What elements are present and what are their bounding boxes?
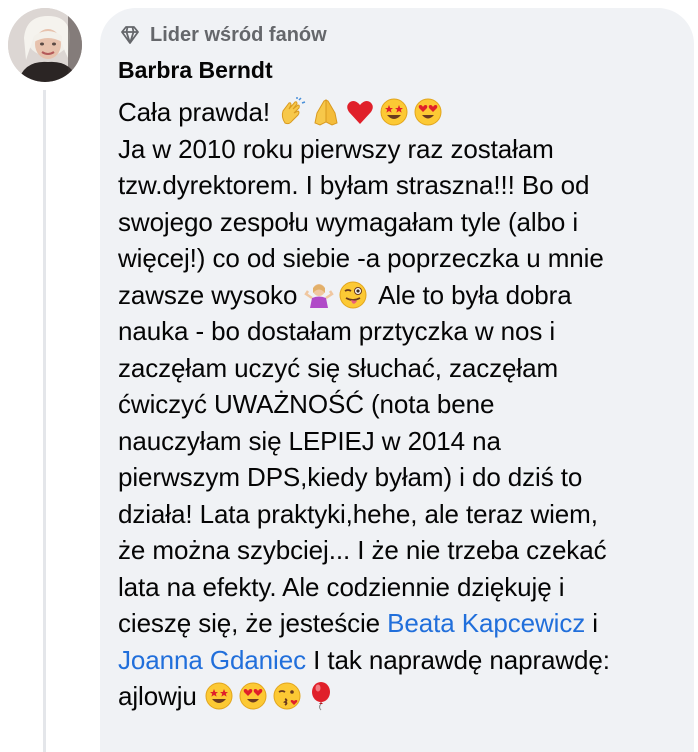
mention-link-joanna-gdaniec[interactable]: Joanna Gdaniec	[118, 645, 306, 675]
comment-bubble: Lider wśród fanów Barbra Berndt Cała pra…	[100, 8, 694, 752]
comment-text: Cała prawda! Ja w 2010 roku pierwszy raz…	[118, 94, 676, 715]
comment-line: cieszę się, że jesteście Beata Kapcewicz…	[118, 605, 676, 642]
heart-eyes-icon	[238, 681, 268, 711]
comment-line: Cała prawda!	[118, 94, 676, 131]
comment-text-segment: cieszę się, że jesteście	[118, 608, 381, 638]
comment-text-segment: Ale to była dobra	[378, 279, 572, 310]
diamond-icon	[118, 23, 142, 47]
mention-link-beata-kapcewicz[interactable]: Beata Kapcewicz	[387, 608, 585, 638]
comment-text-segment: i	[592, 608, 598, 638]
comment-line: tzw.dyrektorem. I byłam straszna!!! Bo o…	[118, 170, 590, 200]
comment-line: zaczęłam uczyć się słuchać, zaczęłam	[118, 352, 558, 383]
comment-text-segment: ajlowju	[118, 681, 197, 711]
clapping-hands-icon	[277, 97, 307, 127]
comment-text-segment: Cała prawda!	[118, 97, 270, 127]
winking-face-tongue-icon	[338, 280, 368, 310]
comment-line: swojego zespołu wymagałam tyle (albo i	[118, 206, 579, 237]
comment-line: Joanna Gdaniec I tak naprawdę naprawdę:	[118, 642, 676, 679]
comment-line: więcej!) co od siebie -a poprzeczka u mn…	[118, 243, 604, 273]
badge-label: Lider wśród fanów	[150, 23, 327, 46]
comment-text-segment: zawsze wysoko	[118, 279, 298, 310]
comment-line: że można szybciej... I że nie trzeba cze…	[118, 535, 607, 565]
comment-line: Ja w 2010 roku pierwszy raz zostałam	[118, 133, 554, 164]
star-struck-icon	[204, 681, 234, 711]
folded-hands-icon	[311, 97, 341, 127]
comment-line: działa! Lata praktyki,hehe, ale teraz wi…	[118, 498, 598, 529]
author-name[interactable]: Barbra Berndt	[118, 54, 676, 86]
comment-line: nauka - bo dostałam prztyczka w nos i	[118, 316, 556, 346]
avatar[interactable]	[8, 8, 82, 82]
red-balloon-icon	[306, 681, 336, 711]
heart-eyes-icon	[413, 97, 443, 127]
thread-line	[43, 90, 46, 752]
comment-line: pierwszym DPS,kiedy byłam) i do dziś to	[118, 462, 583, 492]
comment-line: nauczyłam się LEPIEJ w 2014 na	[118, 425, 501, 456]
comment-line: ajlowju	[118, 678, 676, 715]
top-fan-badge[interactable]: Lider wśród fanów	[118, 20, 676, 50]
red-heart-icon	[345, 97, 375, 127]
comment-line: zawsze wysoko Ale to była dobra	[118, 277, 676, 314]
star-struck-icon	[379, 97, 409, 127]
comment-text-segment: I tak naprawdę naprawdę:	[313, 644, 610, 675]
comment-line: lata na efekty. Ale codziennie dziękuję …	[118, 571, 565, 602]
comment-line: ćwiczyć UWAŻNOŚĆ (nota bene	[118, 389, 495, 419]
person-shrugging-icon	[304, 280, 335, 310]
comment-page: Lider wśród fanów Barbra Berndt Cała pra…	[0, 0, 698, 752]
face-blowing-kiss-icon	[272, 681, 302, 711]
